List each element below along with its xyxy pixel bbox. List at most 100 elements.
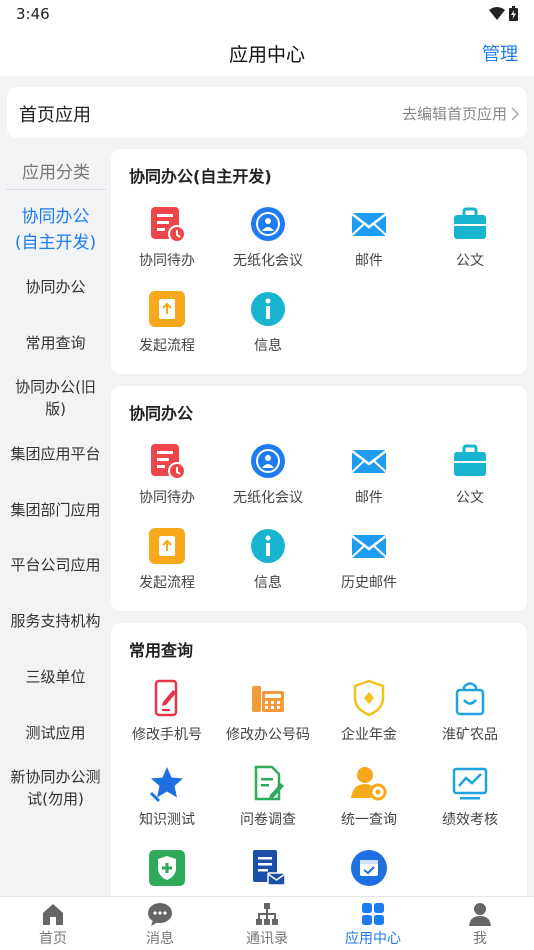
start-flow-icon (149, 528, 185, 564)
app-label: 修改办公号码 (226, 727, 310, 743)
app-label: 邮件 (355, 253, 383, 269)
sidebar-item-third-level[interactable]: 三级单位 (0, 666, 111, 688)
tab-label: 我 (473, 931, 487, 947)
app-label: 发起流程 (139, 575, 195, 591)
paperless-meeting-icon (251, 207, 285, 241)
tab-label: 通讯录 (246, 931, 288, 947)
app-label: 知识测试 (139, 812, 195, 828)
app-info[interactable]: 信息 (218, 526, 318, 592)
sidebar-item-platform-company[interactable]: 平台公司应用 (0, 554, 111, 576)
star-quiz-icon (149, 767, 183, 803)
app-partial-calendar[interactable] (319, 848, 419, 888)
sidebar-item-group-dept[interactable]: 集团部门应用 (0, 499, 111, 521)
app-history-mail[interactable]: 历史邮件 (319, 526, 419, 592)
app-label: 无纸化会议 (233, 490, 303, 506)
tab-label: 应用中心 (345, 931, 401, 947)
person-search-icon (351, 767, 387, 801)
app-mail[interactable]: 邮件 (319, 204, 419, 270)
app-unified-query[interactable]: 统一查询 (319, 763, 419, 829)
sidebar-item-label: 试(勿用) (27, 790, 84, 808)
app-label: 企业年金 (341, 727, 397, 743)
app-mail[interactable]: 邮件 (319, 441, 419, 507)
tab-label: 消息 (146, 931, 174, 947)
briefcase-icon (454, 444, 486, 476)
app-start-flow[interactable]: 发起流程 (117, 526, 217, 592)
wifi-icon (489, 6, 505, 20)
sidebar-item-cowork[interactable]: 协同办公 (0, 276, 111, 298)
status-time: 3:46 (16, 5, 50, 23)
section-title: 协同办公(自主开发) (129, 167, 272, 186)
app-official-doc[interactable]: 公文 (420, 204, 520, 270)
app-label: 绩效考核 (442, 812, 498, 828)
app-huaikuang-agri[interactable]: 淮矿农品 (420, 678, 520, 744)
section-cowork-selfdev: 协同办公(自主开发) 协同待办 无纸化会议 邮件 公文 发起流程 信息 (111, 149, 527, 374)
survey-icon (254, 765, 284, 801)
tab-app-center[interactable]: 应用中心 (320, 897, 426, 950)
mail-icon (351, 213, 387, 236)
app-change-office-phone[interactable]: 修改办公号码 (218, 678, 318, 744)
info-icon (251, 529, 285, 563)
app-start-flow[interactable]: 发起流程 (117, 289, 217, 355)
sidebar-item-group-platform[interactable]: 集团应用平台 (0, 443, 111, 465)
sidebar-item-common-query[interactable]: 常用查询 (0, 332, 111, 354)
app-label: 发起流程 (139, 338, 195, 354)
org-chart-icon (256, 903, 278, 925)
bottom-tabbar: 首页 消息 通讯录 应用中心 我 (0, 896, 534, 950)
section-title: 常用查询 (129, 641, 194, 660)
section-title: 协同办公 (129, 404, 194, 423)
medical-shield-icon (149, 850, 185, 886)
home-apps-title: 首页应用 (19, 105, 91, 126)
app-label: 问卷调查 (240, 812, 296, 828)
app-performance[interactable]: 绩效考核 (420, 763, 520, 829)
tab-messages[interactable]: 消息 (107, 897, 213, 950)
sidebar-item-label: 新协同办公测 (10, 768, 101, 786)
app-official-doc[interactable]: 公文 (420, 441, 520, 507)
home-apps-card[interactable]: 首页应用 去编辑首页应用 (7, 87, 527, 138)
app-partial-shield[interactable] (117, 848, 217, 888)
chart-perf-icon (452, 767, 488, 800)
app-label: 协同待办 (139, 253, 195, 269)
sidebar-item-label: (自主开发) (14, 233, 97, 253)
app-paperless-meeting[interactable]: 无纸化会议 (218, 204, 318, 270)
phone-edit-icon (154, 679, 178, 717)
sidebar-item-label: 协同办公(旧 (15, 378, 96, 396)
app-survey[interactable]: 问卷调查 (218, 763, 318, 829)
section-common-query: 常用查询 修改手机号 修改办公号码 企业年金 淮矿农品 知识测试 问卷调查 统一… (111, 623, 527, 896)
sidebar-item-service-support[interactable]: 服务支持机构 (0, 610, 111, 632)
shopping-bag-icon (455, 682, 485, 716)
app-partial-doc-mail[interactable] (218, 848, 318, 888)
battery-icon (509, 6, 518, 21)
app-enterprise-annuity[interactable]: 企业年金 (319, 678, 419, 744)
sidebar-item-cowork-selfdev[interactable]: 协同办公 (自主开发) (0, 204, 111, 256)
tab-contacts[interactable]: 通讯录 (214, 897, 320, 950)
status-bar: 3:46 (0, 0, 534, 28)
app-label: 修改手机号 (132, 727, 202, 743)
tab-label: 首页 (39, 931, 67, 947)
app-grid-icon (362, 903, 384, 925)
app-label: 淮矿农品 (442, 727, 498, 743)
app-knowledge-test[interactable]: 知识测试 (117, 763, 217, 829)
document-mail-icon (253, 850, 286, 886)
person-icon (469, 903, 491, 926)
app-label: 统一查询 (341, 812, 397, 828)
edit-home-apps-link[interactable]: 去编辑首页应用 (402, 103, 519, 124)
app-cowork-todo[interactable]: 协同待办 (117, 441, 217, 507)
app-label: 邮件 (355, 490, 383, 506)
tab-home[interactable]: 首页 (0, 897, 106, 950)
manage-button[interactable]: 管理 (482, 40, 518, 66)
tab-me[interactable]: 我 (427, 897, 533, 950)
app-paperless-meeting[interactable]: 无纸化会议 (218, 441, 318, 507)
app-label: 协同待办 (139, 490, 195, 506)
office-phone-icon (252, 686, 284, 712)
sidebar-item-cowork-old[interactable]: 协同办公(旧 版) (0, 376, 111, 420)
app-cowork-todo[interactable]: 协同待办 (117, 204, 217, 270)
sidebar-item-test[interactable]: 测试应用 (0, 722, 111, 744)
app-label: 历史邮件 (341, 575, 397, 591)
app-label: 信息 (254, 338, 282, 354)
sidebar-item-label: 协同办公 (21, 207, 90, 227)
briefcase-icon (454, 207, 486, 239)
app-change-phone[interactable]: 修改手机号 (117, 678, 217, 744)
sidebar-item-new-cowork-test[interactable]: 新协同办公测 试(勿用) (0, 766, 111, 810)
mail-icon (351, 535, 387, 558)
app-info[interactable]: 信息 (218, 289, 318, 355)
